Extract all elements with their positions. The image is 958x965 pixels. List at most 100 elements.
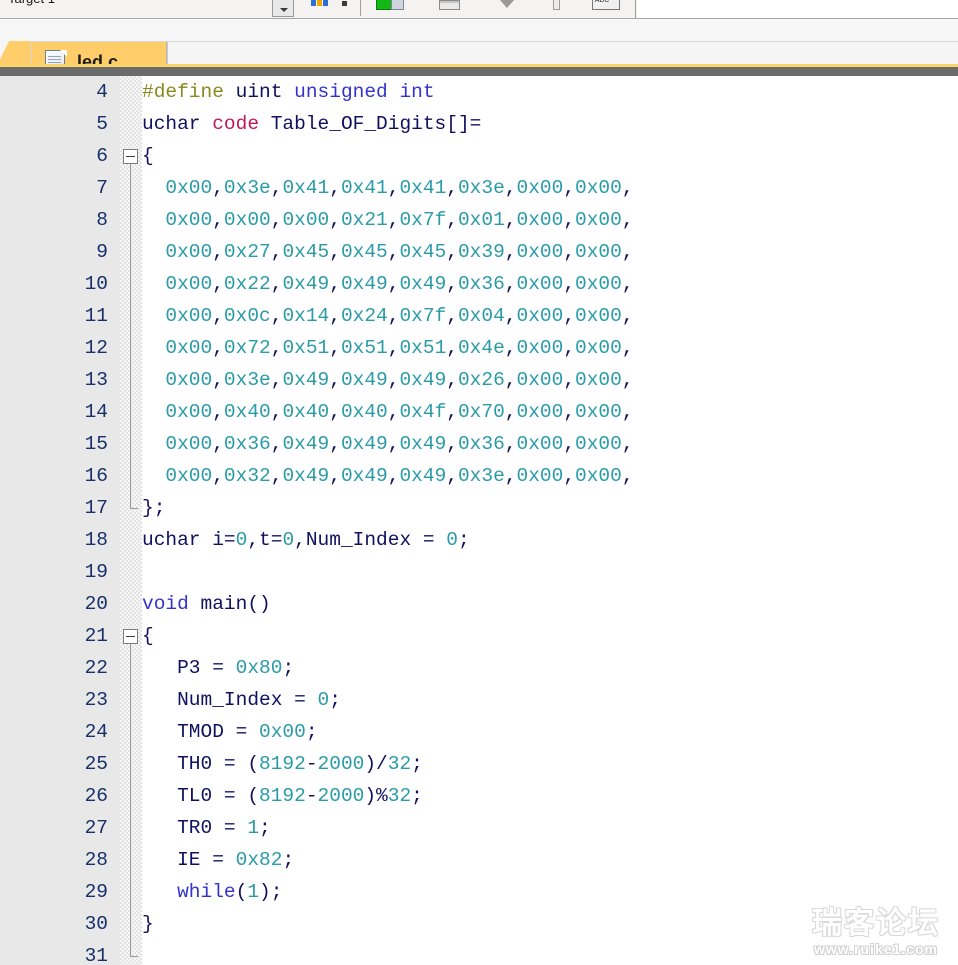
line-number: 21 <box>84 625 108 647</box>
code-token: , <box>621 241 634 263</box>
code-token: 0x40 <box>282 401 330 423</box>
line-number: 12 <box>84 337 108 359</box>
small-square-icon[interactable] <box>338 0 358 12</box>
build-target-icon[interactable] <box>376 0 406 12</box>
code-token: , <box>504 465 517 487</box>
code-line[interactable]: P3 = 0x80; <box>142 652 294 684</box>
target-dropdown-button[interactable] <box>272 0 294 17</box>
code-token: ; <box>329 689 341 711</box>
keyboard-icon[interactable] <box>590 0 624 12</box>
code-line[interactable]: TR0 = 1; <box>142 812 271 844</box>
code-token: , <box>212 433 224 455</box>
code-token: , <box>504 433 517 455</box>
code-token: unsigned int <box>294 81 435 103</box>
code-token: 0x41 <box>399 177 447 199</box>
code-token: 0x3e <box>223 177 271 199</box>
code-line[interactable]: 0x00,0x3e,0x41,0x41,0x41,0x3e,0x00,0x00, <box>142 172 633 204</box>
code-line[interactable]: void main() <box>142 588 271 620</box>
fold-toggle-icon[interactable] <box>123 629 138 644</box>
code-token: 0x40 <box>223 401 271 423</box>
code-token: uchar i= <box>142 529 236 551</box>
code-token: 0x00 <box>575 465 622 487</box>
code-token: , <box>329 209 341 231</box>
code-token: 0x41 <box>282 177 330 199</box>
code-token: , <box>504 401 517 423</box>
code-line[interactable]: 0x00,0x00,0x00,0x21,0x7f,0x01,0x00,0x00, <box>142 204 633 236</box>
code-token: 0x3e <box>457 465 505 487</box>
code-token: 0x00 <box>223 209 271 231</box>
code-line[interactable]: 0x00,0x3e,0x49,0x49,0x49,0x26,0x00,0x00, <box>142 364 633 396</box>
code-token: , <box>446 177 458 199</box>
code-line[interactable]: uchar i=0,t=0,Num_Index = 0; <box>142 524 470 556</box>
code-token: , <box>387 273 400 295</box>
code-editor[interactable]: 4 5 6 7 8 9 10 11 12 13 14 15 16 17 18 19 20 21 22 23 24 25 26… <box>0 76 958 965</box>
code-line[interactable]: { <box>142 140 154 172</box>
code-token: 0x7f <box>399 209 447 231</box>
code-text-area[interactable]: #define uint unsigned int uchar code Tabl… <box>142 76 958 965</box>
code-token: 0x00 <box>282 209 330 231</box>
code-token: IE = <box>142 849 236 871</box>
code-line[interactable]: TL0 = (8192-2000)%32; <box>142 780 423 812</box>
code-line[interactable]: TH0 = (8192-2000)/32; <box>142 748 423 780</box>
code-line[interactable]: 0x00,0x36,0x49,0x49,0x49,0x36,0x00,0x00, <box>142 428 633 460</box>
code-token: , <box>504 273 517 295</box>
code-token: , <box>387 433 400 455</box>
code-token: } <box>142 913 154 935</box>
code-line[interactable]: 0x00,0x72,0x51,0x51,0x51,0x4e,0x00,0x00, <box>142 332 633 364</box>
line-number: 17 <box>84 497 108 519</box>
code-token: 0x49 <box>340 369 388 391</box>
code-token: ; <box>305 721 318 743</box>
code-token: 0x36 <box>223 433 271 455</box>
fold-guide-end <box>130 956 138 957</box>
code-token: 0x00 <box>516 465 564 487</box>
code-token: , <box>504 305 517 327</box>
code-token: , <box>446 465 458 487</box>
code-token: )% <box>364 785 388 807</box>
code-token: ,Num_Index = <box>294 529 447 551</box>
code-token: , <box>446 369 458 391</box>
code-line[interactable]: 0x00,0x40,0x40,0x40,0x4f,0x70,0x00,0x00, <box>142 396 633 428</box>
line-number: 5 <box>96 113 108 135</box>
code-token: 2000 <box>317 785 365 807</box>
code-token: - <box>305 785 318 807</box>
code-line[interactable]: TMOD = 0x00; <box>142 716 318 748</box>
document-icon[interactable] <box>548 0 566 12</box>
line-number: 20 <box>84 593 108 615</box>
code-token: , <box>563 433 576 455</box>
code-line[interactable]: }; <box>142 492 165 524</box>
code-line[interactable]: 0x00,0x0c,0x14,0x24,0x7f,0x04,0x00,0x00, <box>142 300 634 332</box>
code-line[interactable]: 0x00,0x22,0x49,0x49,0x49,0x36,0x00,0x00, <box>142 268 634 300</box>
code-line[interactable]: Num_Index = 0; <box>142 684 341 716</box>
bookmarks-icon[interactable] <box>310 0 330 12</box>
toolbar-right-panel <box>637 0 958 18</box>
line-number: 9 <box>96 241 108 263</box>
manage-windows-icon[interactable] <box>438 0 462 12</box>
code-folding-margin[interactable] <box>120 76 142 965</box>
filter-icon[interactable] <box>496 0 518 12</box>
fold-toggle-icon[interactable] <box>123 149 138 164</box>
code-token: 0x49 <box>282 465 330 487</box>
code-line[interactable]: while(1); <box>142 876 282 908</box>
code-line[interactable]: 0x00,0x32,0x49,0x49,0x49,0x3e,0x00,0x00, <box>142 460 633 492</box>
code-token: , <box>387 305 400 327</box>
code-token: 0x00 <box>575 433 622 455</box>
code-token: Num_Index = <box>142 689 318 711</box>
code-line[interactable]: { <box>142 620 154 652</box>
code-token: , <box>212 337 224 359</box>
code-line[interactable]: IE = 0x82; <box>142 844 294 876</box>
code-line[interactable]: uchar code Table_OF_Digits[]= <box>142 108 481 140</box>
line-number: 28 <box>84 849 108 871</box>
line-number: 26 <box>84 785 108 807</box>
code-line[interactable]: 0x00,0x27,0x45,0x45,0x45,0x39,0x00,0x00, <box>142 236 634 268</box>
code-token: 0x32 <box>223 465 271 487</box>
code-token: , <box>621 273 634 295</box>
code-token: 0x49 <box>282 369 330 391</box>
code-line[interactable]: #define uint unsigned int <box>142 76 435 108</box>
code-line[interactable]: } <box>142 908 154 940</box>
code-token: , <box>387 465 400 487</box>
code-token: , <box>621 305 634 327</box>
code-token: , <box>270 305 283 327</box>
